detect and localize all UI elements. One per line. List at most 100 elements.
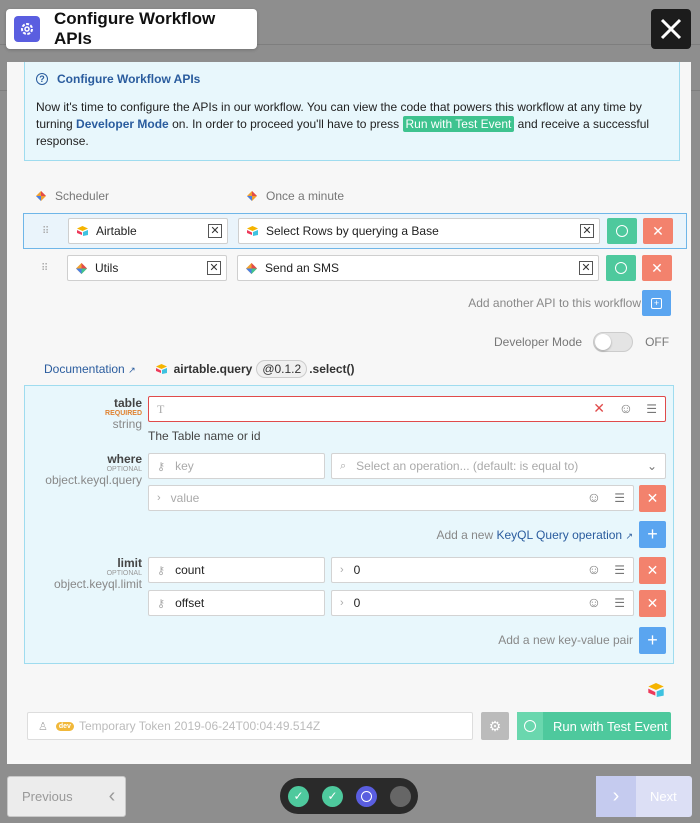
search-icon: ⌕ <box>340 459 347 472</box>
add-key-value-label: Add a new key-value pair <box>498 633 633 647</box>
scheduler-icon <box>36 191 46 201</box>
plus-icon: + <box>647 524 658 544</box>
chevron-left-icon: ‹ <box>108 785 116 807</box>
developer-mode-state: OFF <box>645 335 670 349</box>
close-icon: ✕ <box>646 562 659 578</box>
utils-icon <box>246 262 257 274</box>
clear-icon[interactable]: ✕ <box>580 224 594 238</box>
gear-icon: ⚙ <box>488 717 502 734</box>
token-settings-button[interactable]: ⚙ <box>481 712 509 740</box>
close-icon: ✕ <box>646 490 659 506</box>
close-icon: ✕ <box>652 222 664 239</box>
modal-title-bar: Configure Workflow APIs <box>6 9 257 49</box>
close-icon: ✕ <box>646 595 659 611</box>
play-icon <box>524 720 536 732</box>
chevron-down-icon: ⌄ <box>646 459 657 473</box>
clear-icon[interactable]: ✕ <box>208 224 222 238</box>
check-icon: ✓ <box>322 785 343 807</box>
limit-key-input[interactable]: ⚷ offset <box>148 590 325 616</box>
api-settings-button[interactable] <box>607 218 637 244</box>
remove-api-button[interactable]: ✕ <box>642 255 672 281</box>
drag-handle-icon[interactable]: ⠿ <box>42 226 49 237</box>
documentation-link[interactable]: Documentation ↗ <box>44 362 136 376</box>
emoji-icon[interactable]: ☺ <box>587 561 601 577</box>
close-icon: ✕ <box>651 259 663 276</box>
modal-panel: ? Configure Workflow APIs Now it's time … <box>7 62 691 764</box>
param-label-limit: limit OPTIONAL object.keyql.limit <box>53 556 142 591</box>
add-api-button[interactable]: + <box>642 290 671 316</box>
airtable-icon <box>77 226 88 236</box>
limit-key-input[interactable]: ⚷ count <box>148 557 325 583</box>
emoji-icon[interactable]: ☺ <box>587 594 601 610</box>
api-service-field[interactable]: Utils ✕ <box>67 255 227 281</box>
list-icon[interactable]: ☰ <box>646 402 657 416</box>
key-icon: ⚷ <box>157 564 166 577</box>
parameters-panel: table REQUIRED string T ✕ ☺ ☰ The Table … <box>24 385 674 664</box>
api-method-field[interactable]: Send an SMS ✕ <box>237 255 599 281</box>
drag-handle-icon[interactable]: ⠿ <box>41 263 48 274</box>
api-row[interactable]: ⠿ Airtable ✕ Select Rows by querying a B… <box>23 213 687 249</box>
clear-icon[interactable]: ✕ <box>579 261 593 275</box>
api-settings-button[interactable] <box>606 255 636 281</box>
remove-limit-row-button[interactable]: ✕ <box>639 557 666 584</box>
where-operation-select[interactable]: ⌕ Select an operation... (default: is equ… <box>331 453 666 479</box>
developer-mode-toggle[interactable] <box>593 332 634 352</box>
close-button[interactable] <box>651 9 691 49</box>
api-service-field[interactable]: Airtable ✕ <box>68 218 228 244</box>
emoji-icon[interactable]: ☺ <box>619 400 633 416</box>
plus-icon: + <box>651 297 662 309</box>
previous-button[interactable]: Previous ‹ <box>7 776 126 817</box>
table-input[interactable]: T ✕ ☺ ☰ <box>148 396 666 422</box>
run-with-test-event-button[interactable]: Run with Test Event <box>517 712 671 740</box>
info-heading: Configure Workflow APIs <box>57 72 201 86</box>
where-key-input[interactable]: ⚷ key <box>148 453 325 479</box>
remove-where-button[interactable]: ✕ <box>639 485 666 512</box>
emoji-icon[interactable]: ☺ <box>587 489 601 505</box>
modal-title: Configure Workflow APIs <box>54 9 216 48</box>
user-icon: ♙ <box>38 720 48 733</box>
list-icon[interactable]: ☰ <box>614 596 625 610</box>
chevron-right-icon: › <box>157 492 161 504</box>
scheduler-icon <box>247 191 257 201</box>
add-where-button[interactable]: + <box>639 521 666 548</box>
chevron-right-icon: › <box>596 776 636 817</box>
add-key-value-button[interactable]: + <box>639 627 666 654</box>
token-field[interactable]: ♙ dev Temporary Token 2019-06-24T00:04:4… <box>27 712 473 740</box>
keyql-link[interactable]: KeyQL Query operation <box>496 528 622 542</box>
gear-icon <box>14 16 40 42</box>
close-icon <box>660 18 682 40</box>
where-value-input[interactable]: › value ☺ ☰ <box>148 485 634 511</box>
add-keyql-operation: Add a new KeyQL Query operation ↗ <box>436 528 633 542</box>
airtable-icon <box>247 226 258 236</box>
add-api-label: Add another API to this workflow <box>468 296 641 310</box>
list-icon[interactable]: ☰ <box>614 491 625 505</box>
limit-value-input[interactable]: › 0 ☺ ☰ <box>331 590 634 616</box>
remove-limit-row-button[interactable]: ✕ <box>639 590 666 617</box>
limit-value-input[interactable]: › 0 ☺ ☰ <box>331 557 634 583</box>
api-row[interactable]: ⠿ Utils ✕ Send an SMS ✕ ✕ <box>23 251 687 287</box>
key-icon: ⚷ <box>157 597 166 610</box>
clock-icon <box>356 785 377 807</box>
external-link-icon: ↗ <box>128 365 136 375</box>
next-button[interactable]: › Next <box>596 776 692 817</box>
developer-mode-link[interactable]: Developer Mode <box>76 117 169 131</box>
developer-mode-row: Developer Mode OFF <box>494 332 669 352</box>
version-badge: @0.1.2 <box>256 360 308 378</box>
settings-icon <box>615 262 627 274</box>
trigger-service: Scheduler <box>36 189 109 203</box>
dev-badge: dev <box>55 721 74 731</box>
clear-icon[interactable]: ✕ <box>207 261 221 275</box>
run-test-event-pill: Run with Test Event <box>402 116 515 132</box>
info-box: ? Configure Workflow APIs Now it's time … <box>24 62 680 161</box>
api-method-field[interactable]: Select Rows by querying a Base ✕ <box>238 218 600 244</box>
list-icon[interactable]: ☰ <box>614 563 625 577</box>
clear-icon[interactable]: ✕ <box>593 400 605 417</box>
token-text: Temporary Token 2019-06-24T00:04:49.514Z <box>78 719 321 733</box>
step-pending-icon <box>390 785 411 807</box>
plus-icon: + <box>647 630 658 650</box>
remove-api-button[interactable]: ✕ <box>643 218 673 244</box>
param-label-table: table REQUIRED string <box>105 396 142 431</box>
chevron-right-icon: › <box>340 564 344 576</box>
documentation-row: Documentation ↗ airtable.query @0.1.2 .sel… <box>44 360 355 378</box>
function-signature: airtable.query @0.1.2 .select() <box>155 360 355 378</box>
